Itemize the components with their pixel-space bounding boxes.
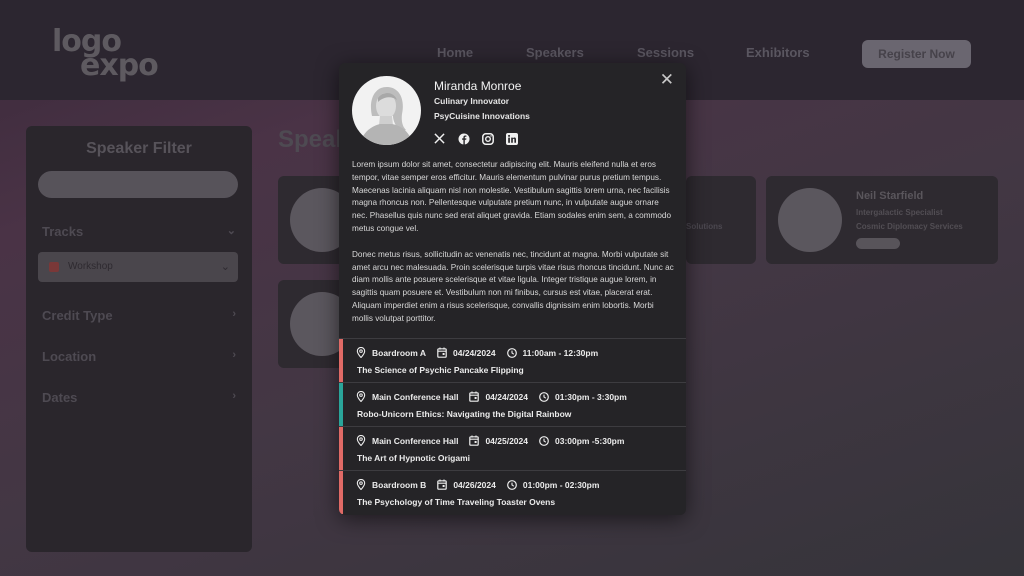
session-time: 01:00pm - 02:30pm — [522, 479, 600, 490]
track-color-bar — [339, 339, 343, 382]
bio-paragraph: Donec metus risus, sollicitudin ac venen… — [352, 249, 674, 323]
session-room: Boardroom A — [372, 347, 426, 358]
x-icon[interactable] — [433, 132, 446, 145]
location-pin-icon — [356, 347, 366, 358]
speaker-card-role: Intergalactic Specialist — [856, 208, 943, 217]
session-room: Main Conference Hall — [372, 391, 459, 402]
session-title: The Art of Hypnotic Origami — [357, 453, 471, 463]
chevron-right-icon: › — [232, 390, 236, 402]
facebook-icon[interactable] — [457, 132, 470, 145]
social-links — [433, 132, 518, 145]
linkedin-icon[interactable] — [505, 132, 518, 145]
track-color-bar — [339, 471, 343, 514]
filter-dates-label: Dates — [42, 390, 78, 405]
session-item[interactable]: Boardroom A 04/24/2024 11:00am - 12:30pm… — [339, 338, 686, 382]
calendar-icon — [469, 435, 480, 446]
filter-credit-type[interactable]: Credit Type › — [42, 308, 236, 323]
clock-icon — [506, 479, 517, 490]
track-color-bar — [339, 427, 343, 470]
session-time: 01:30pm - 3:30pm — [554, 391, 627, 402]
close-icon[interactable]: ✕ — [660, 71, 674, 88]
calendar-icon — [437, 347, 447, 358]
track-badge — [856, 238, 900, 249]
speaker-card-org: Cosmic Diplomacy Services — [856, 222, 963, 231]
calendar-icon — [469, 391, 480, 402]
speaker-filter-sidebar: Speaker Filter Tracks ⌄ Workshop ⌄ Credi… — [26, 126, 252, 552]
session-time: 11:00am - 12:30pm — [522, 347, 599, 358]
speaker-avatar — [352, 76, 421, 145]
speaker-card-name: Neil Starfield — [856, 190, 924, 202]
session-item[interactable]: Main Conference Hall 04/25/2024 03:00pm … — [339, 426, 686, 470]
filter-dates[interactable]: Dates › — [42, 390, 236, 405]
speaker-bio: Lorem ipsum dolor sit amet, consectetur … — [352, 159, 676, 326]
speaker-role: Culinary Innovator — [434, 96, 510, 106]
session-title: Robo-Unicorn Ethics: Navigating the Digi… — [357, 409, 572, 419]
location-pin-icon — [356, 435, 366, 446]
register-now-button[interactable]: Register Now — [862, 40, 971, 68]
speaker-search-input[interactable] — [38, 171, 238, 198]
chevron-right-icon: › — [232, 308, 236, 320]
location-pin-icon — [356, 391, 366, 402]
nav-exhibitors[interactable]: Exhibitors — [746, 45, 810, 60]
track-color-swatch — [49, 262, 59, 272]
speaker-organization: PsyCuisine Innovations — [434, 111, 530, 121]
speaker-card-org: Solutions — [686, 222, 723, 231]
nav-speakers[interactable]: Speakers — [526, 45, 584, 60]
session-date: 04/25/2024 — [485, 435, 528, 446]
session-list: Boardroom A 04/24/2024 11:00am - 12:30pm… — [339, 338, 686, 514]
filter-chip-workshop[interactable]: Workshop ⌄ — [38, 252, 238, 282]
filter-location[interactable]: Location › — [42, 349, 236, 364]
session-date: 04/26/2024 — [453, 479, 496, 490]
session-item[interactable]: Main Conference Hall 04/24/2024 01:30pm … — [339, 382, 686, 426]
instagram-icon[interactable] — [481, 132, 494, 145]
filter-credit-type-label: Credit Type — [42, 308, 113, 323]
filter-location-label: Location — [42, 349, 97, 364]
logo[interactable]: logo expo — [52, 24, 192, 83]
chevron-down-icon: ⌄ — [226, 225, 236, 237]
session-room: Boardroom B — [372, 479, 427, 490]
speaker-card[interactable] — [686, 176, 756, 264]
avatar — [778, 188, 842, 252]
filter-tracks-label: Tracks — [42, 224, 84, 239]
speaker-card[interactable] — [278, 176, 354, 264]
speaker-detail-modal: ✕ Miranda Monroe Culinary Innovator PsyC… — [339, 63, 686, 515]
filter-chip-label: Workshop — [68, 261, 113, 272]
session-time: 03:00pm -5:30pm — [554, 435, 625, 446]
chevron-down-icon: ⌄ — [220, 261, 230, 273]
nav-home[interactable]: Home — [437, 45, 473, 60]
calendar-icon — [437, 479, 448, 490]
logo-text-bottom: expo — [80, 48, 159, 83]
clock-icon — [539, 391, 549, 402]
bio-paragraph: Lorem ipsum dolor sit amet, consectetur … — [352, 160, 672, 233]
sidebar-title: Speaker Filter — [86, 140, 192, 157]
clock-icon — [539, 435, 549, 446]
speaker-name: Miranda Monroe — [434, 79, 522, 93]
session-title: The Psychology of Time Traveling Toaster… — [357, 497, 556, 507]
nav-sessions[interactable]: Sessions — [637, 45, 694, 60]
chevron-right-icon: › — [232, 349, 236, 361]
track-color-bar — [339, 383, 343, 426]
session-date: 04/24/2024 — [485, 391, 528, 402]
speaker-card[interactable] — [278, 280, 354, 368]
clock-icon — [506, 347, 517, 358]
session-title: The Science of Psychic Pancake Flipping — [357, 365, 524, 375]
session-item[interactable]: Boardroom B 04/26/2024 01:00pm - 02:30pm… — [339, 470, 686, 514]
location-pin-icon — [356, 479, 366, 490]
session-room: Main Conference Hall — [372, 435, 459, 446]
session-date: 04/24/2024 — [453, 347, 496, 358]
filter-tracks[interactable]: Tracks ⌄ — [42, 224, 236, 239]
